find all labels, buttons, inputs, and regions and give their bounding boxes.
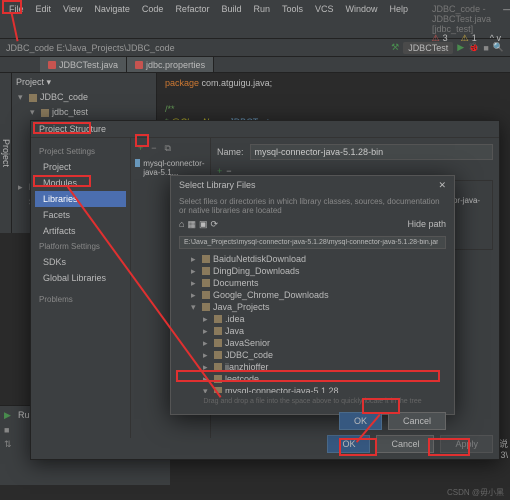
attach-icon[interactable]: ⇅ — [4, 439, 18, 450]
file-tree[interactable]: ▸BaiduNetdiskDownload▸DingDing_Downloads… — [179, 253, 446, 393]
home-icon[interactable]: ⌂ — [179, 219, 184, 230]
hide-path-link[interactable]: Hide path — [407, 219, 446, 230]
window-path: JDBC_code - JDBCTest.java [jdbc_test] — [427, 2, 496, 36]
file-row[interactable]: ▸DingDing_Downloads — [179, 265, 446, 277]
ps-sdks[interactable]: SDKs — [35, 254, 126, 270]
refresh-icon[interactable]: ⟳ — [210, 219, 218, 230]
stop-run-icon[interactable]: ■ — [4, 425, 18, 435]
build-icon[interactable]: ⚒ — [391, 42, 399, 53]
tree-module[interactable]: ▾jdbc_test — [18, 105, 154, 120]
watermark: CSDN @毋小黑 — [447, 487, 504, 498]
remove-lib-icon[interactable]: − — [148, 142, 159, 155]
file-row[interactable]: ▾mysql-connector-java-5.1.28 — [179, 385, 446, 393]
tree-root[interactable]: ▾JDBC_code — [18, 90, 154, 105]
structure-ok-button[interactable]: OK — [327, 435, 370, 453]
java-file-icon — [48, 61, 56, 69]
properties-file-icon — [135, 61, 143, 69]
ps-global-libs[interactable]: Global Libraries — [35, 270, 126, 286]
menu-vcs[interactable]: VCS — [310, 2, 339, 36]
copy-lib-icon[interactable]: ⧉ — [162, 142, 174, 155]
tab-properties[interactable]: jdbc.properties — [127, 57, 214, 72]
menu-window[interactable]: Window — [341, 2, 383, 36]
file-row[interactable]: ▸leetcode — [179, 373, 446, 385]
file-row[interactable]: ▸Google_Chrome_Downloads — [179, 289, 446, 301]
menu-code[interactable]: Code — [137, 2, 169, 36]
path-input[interactable]: E:\Java_Projects\mysql-connector-java-5.… — [184, 239, 438, 246]
lib-name-input[interactable] — [250, 144, 493, 160]
name-label: Name: — [217, 147, 244, 157]
menu-refactor[interactable]: Refactor — [170, 2, 214, 36]
rerun-icon[interactable]: ▶ — [4, 410, 18, 421]
file-row[interactable]: ▸BaiduNetdiskDownload — [179, 253, 446, 265]
menu-help[interactable]: Help — [385, 2, 414, 36]
tab-jdbctest[interactable]: JDBCTest.java — [40, 57, 127, 72]
selectlib-cancel-button[interactable]: Cancel — [388, 412, 446, 430]
structure-cancel-button[interactable]: Cancel — [376, 435, 434, 453]
file-row[interactable]: ▸jianzhioffer — [179, 361, 446, 373]
editor-tabs: JDBCTest.java jdbc.properties — [0, 57, 510, 73]
dialog-close-icon[interactable]: ✕ — [438, 180, 446, 191]
project-dropdown[interactable]: Project ▾ — [16, 77, 51, 88]
add-lib-icon[interactable]: + — [135, 142, 146, 155]
menu-build[interactable]: Build — [216, 2, 246, 36]
file-row[interactable]: ▸Documents — [179, 277, 446, 289]
menu-run[interactable]: Run — [248, 2, 275, 36]
ps-project[interactable]: Project — [35, 159, 126, 175]
select-library-dialog: Select Library Files✕ Select files or di… — [170, 175, 455, 415]
menu-navigate[interactable]: Navigate — [89, 2, 135, 36]
jar-icon — [135, 159, 140, 167]
project-tool-button[interactable]: Project — [0, 73, 12, 233]
menu-tools[interactable]: Tools — [277, 2, 308, 36]
file-row[interactable]: ▸Java — [179, 325, 446, 337]
select-lib-title: Select Library Files — [179, 180, 256, 191]
file-row[interactable]: ▸.idea — [179, 313, 446, 325]
menu-edit[interactable]: Edit — [31, 2, 57, 36]
menu-view[interactable]: View — [58, 2, 87, 36]
ps-modules[interactable]: Modules — [35, 175, 126, 191]
ps-problems[interactable]: Problems — [35, 292, 126, 307]
inspection-gutter: ⚠3 ⚠1 ^ v — [429, 32, 504, 45]
file-row[interactable]: ▸JDBC_code — [179, 349, 446, 361]
file-row[interactable]: ▾Java_Projects — [179, 301, 446, 313]
ps-facets[interactable]: Facets — [35, 207, 126, 223]
file-row[interactable]: ▸JavaSenior — [179, 337, 446, 349]
dialog-title: Project Structure — [31, 121, 499, 138]
new-folder-icon[interactable]: ▣ — [199, 219, 208, 230]
breadcrumb: JDBC_code E:\Java_Projects\JDBC_code — [6, 43, 387, 53]
ps-artifacts[interactable]: Artifacts — [35, 223, 126, 239]
structure-apply-button[interactable]: Apply — [440, 435, 493, 453]
up-icon[interactable]: ▦ — [187, 219, 196, 230]
minimize-icon[interactable]: — — [498, 2, 510, 36]
